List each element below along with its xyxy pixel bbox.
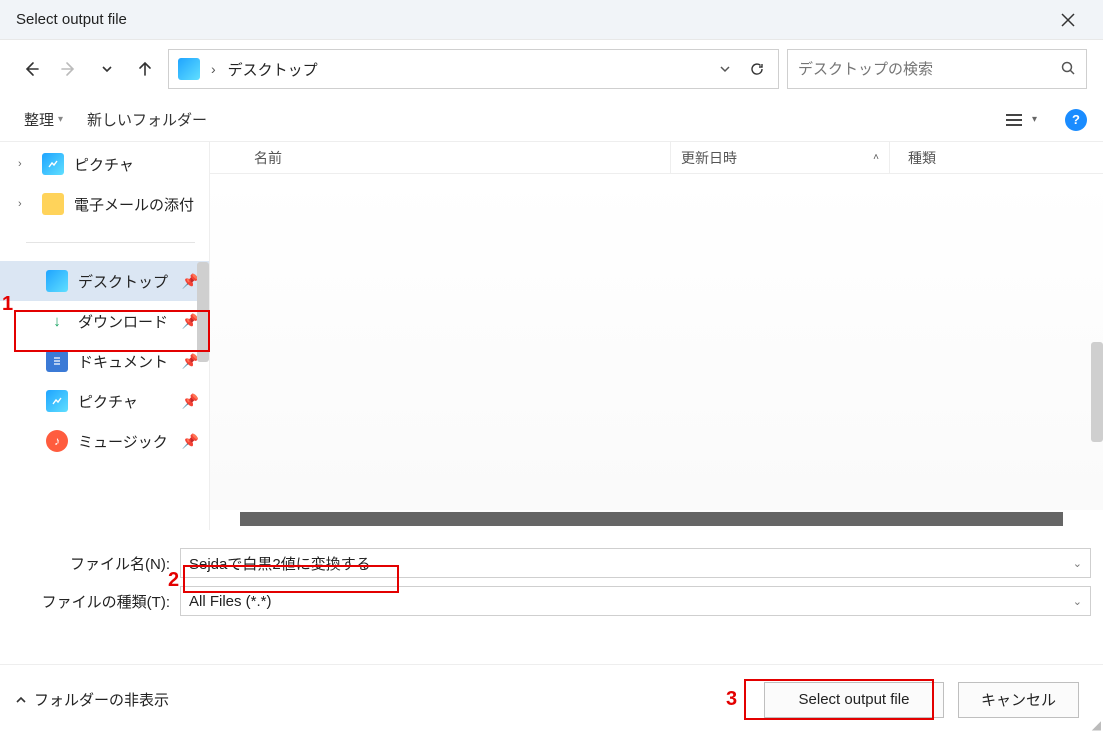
monitor-icon — [46, 270, 68, 292]
folder-icon — [42, 193, 64, 215]
pin-icon[interactable]: 📌 — [182, 393, 199, 410]
sidebar: › ピクチャ › 電子メールの添付 デスクトップ 📌 ↓ ダウンロード 📌 — [0, 142, 210, 530]
chevron-down-icon — [100, 62, 114, 76]
breadcrumb-separator: › — [205, 61, 222, 77]
file-list-pane: 名前 更新日時 ˄ 種類 — [210, 142, 1103, 530]
sidebar-item-documents[interactable]: ドキュメント 📌 — [0, 341, 209, 381]
monitor-icon — [178, 58, 200, 80]
arrow-left-icon — [22, 60, 40, 78]
sidebar-item-label: ピクチャ — [78, 391, 138, 412]
body-area: › ピクチャ › 電子メールの添付 デスクトップ 📌 ↓ ダウンロード 📌 — [0, 142, 1103, 530]
sidebar-item-label: 電子メールの添付 — [74, 194, 194, 215]
chevron-down-icon: ▾ — [1032, 114, 1037, 125]
select-label: Select output file — [799, 691, 910, 708]
arrow-up-icon — [136, 60, 154, 78]
sidebar-item-email-attach[interactable]: › 電子メールの添付 — [0, 184, 209, 224]
window-title: Select output file — [16, 11, 127, 28]
help-icon: ? — [1072, 112, 1080, 127]
sidebar-item-label: ダウンロード — [78, 311, 168, 332]
chevron-up-icon — [14, 693, 28, 707]
history-dropdown[interactable] — [92, 54, 122, 84]
filename-label: ファイル名(N): — [12, 553, 180, 574]
footer: フォルダーの非表示 Select output file キャンセル — [0, 664, 1103, 734]
chevron-down-icon[interactable]: ⌄ — [1073, 557, 1082, 570]
sidebar-item-pictures-top[interactable]: › ピクチャ — [0, 144, 209, 184]
pictures-icon — [46, 390, 68, 412]
chevron-down-icon — [718, 62, 732, 76]
filetype-field[interactable]: All Files (*.*) ⌄ — [180, 586, 1091, 616]
breadcrumb-location[interactable]: デスクトップ — [224, 59, 708, 80]
up-button[interactable] — [130, 54, 160, 84]
filename-value: Sejdaで白黒2値に変換する — [189, 553, 371, 574]
document-icon — [46, 350, 68, 372]
resize-grip[interactable]: ◢ — [1092, 718, 1101, 732]
arrow-right-icon — [60, 60, 78, 78]
column-name[interactable]: 名前 — [210, 148, 670, 168]
horizontal-scrollbar[interactable] — [240, 512, 1063, 526]
download-icon: ↓ — [46, 310, 68, 332]
close-button[interactable] — [1045, 0, 1091, 40]
cancel-label: キャンセル — [981, 689, 1056, 710]
sidebar-item-label: デスクトップ — [78, 271, 168, 292]
sidebar-item-label: ドキュメント — [78, 351, 168, 372]
chevron-down-icon[interactable]: ⌄ — [1073, 595, 1082, 608]
expand-icon[interactable]: › — [18, 158, 32, 170]
filetype-value: All Files (*.*) — [189, 593, 272, 610]
filename-field[interactable]: Sejdaで白黒2値に変換する ⌄ — [180, 548, 1091, 578]
sidebar-item-music[interactable]: ♪ ミュージック 📌 — [0, 421, 209, 461]
column-date[interactable]: 更新日時 ˄ — [670, 142, 890, 173]
music-icon: ♪ — [46, 430, 68, 452]
annotation-2: 2 — [168, 569, 179, 592]
nav-row: › デスクトップ — [0, 40, 1103, 98]
help-button[interactable]: ? — [1065, 109, 1087, 131]
select-output-file-button[interactable]: Select output file — [764, 682, 944, 718]
annotation-3: 3 — [726, 688, 737, 711]
titlebar: Select output file — [0, 0, 1103, 40]
sidebar-item-label: ピクチャ — [74, 154, 134, 175]
hide-folders-toggle[interactable]: フォルダーの非表示 — [14, 689, 169, 710]
refresh-icon — [749, 61, 765, 77]
sidebar-item-downloads[interactable]: ↓ ダウンロード 📌 — [0, 301, 209, 341]
organize-menu[interactable]: 整理 ▾ — [24, 109, 63, 130]
back-button[interactable] — [16, 54, 46, 84]
forward-button[interactable] — [54, 54, 84, 84]
sidebar-scrollbar[interactable] — [197, 262, 209, 362]
new-folder-button[interactable]: 新しいフォルダー — [87, 109, 207, 130]
pin-icon[interactable]: 📌 — [182, 433, 199, 450]
organize-label: 整理 — [24, 109, 54, 130]
new-folder-label: 新しいフォルダー — [87, 109, 207, 130]
file-list-content[interactable] — [210, 174, 1103, 510]
refresh-button[interactable] — [742, 54, 772, 84]
columns-header: 名前 更新日時 ˄ 種類 — [210, 142, 1103, 174]
expand-icon[interactable]: › — [18, 198, 32, 210]
sidebar-item-label: ミュージック — [78, 431, 168, 452]
sidebar-item-desktop[interactable]: デスクトップ 📌 — [0, 261, 209, 301]
filetype-label: ファイルの種類(T): — [12, 591, 180, 612]
toolbar: 整理 ▾ 新しいフォルダー ▾ ? — [0, 98, 1103, 142]
close-icon — [1060, 12, 1076, 28]
address-bar[interactable]: › デスクトップ — [168, 49, 779, 89]
breadcrumb-dropdown[interactable] — [710, 54, 740, 84]
list-icon — [1004, 112, 1024, 128]
view-menu[interactable]: ▾ — [1004, 112, 1037, 128]
search-icon[interactable] — [1060, 60, 1076, 79]
annotation-1: 1 — [2, 293, 13, 316]
vertical-scrollbar[interactable] — [1091, 342, 1103, 442]
search-box[interactable] — [787, 49, 1087, 89]
sidebar-divider — [26, 242, 195, 243]
hide-folders-label: フォルダーの非表示 — [34, 689, 169, 710]
sidebar-item-pictures[interactable]: ピクチャ 📌 — [0, 381, 209, 421]
chevron-down-icon: ▾ — [58, 114, 63, 125]
cancel-button[interactable]: キャンセル — [958, 682, 1079, 718]
column-type[interactable]: 種類 — [890, 148, 936, 168]
location-icon — [175, 55, 203, 83]
search-input[interactable] — [798, 61, 1052, 78]
pictures-icon — [42, 153, 64, 175]
form-area: ファイル名(N): Sejdaで白黒2値に変換する ⌄ ファイルの種類(T): … — [0, 530, 1103, 616]
sort-indicator-icon: ˄ — [873, 152, 879, 163]
